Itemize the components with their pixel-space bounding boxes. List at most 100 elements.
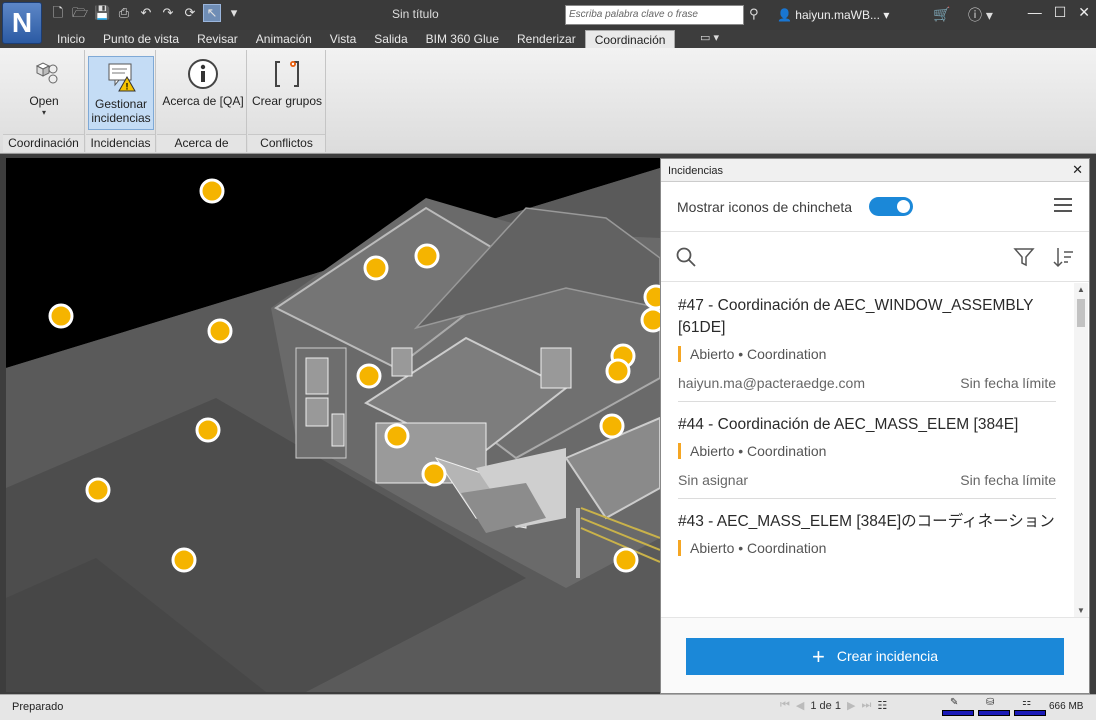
issue-card[interactable]: #43 - AEC_MASS_ELEM [384E]のコーディネーション Abi… (678, 499, 1056, 566)
next-page-icon[interactable]: ▶ (847, 699, 855, 712)
scroll-down-icon[interactable]: ▼ (1077, 606, 1085, 615)
pushpin-marker[interactable] (171, 547, 197, 573)
pushpin-marker[interactable] (207, 318, 233, 344)
tab-renderizar[interactable]: Renderizar (508, 30, 585, 48)
issues-scrollbar[interactable]: ▲ ▼ (1074, 283, 1088, 617)
pushpin-marker[interactable] (605, 358, 631, 384)
select-cursor-icon[interactable]: ↖ (203, 4, 221, 22)
filter-icon[interactable] (1013, 246, 1035, 268)
pushpin-marker[interactable] (195, 417, 221, 443)
redo-icon[interactable]: ↷ (160, 5, 176, 21)
first-page-icon[interactable]: ⏮ (780, 699, 790, 712)
tab-coordinacion[interactable]: Coordinación (584, 30, 676, 48)
pushpin-marker[interactable] (643, 284, 660, 310)
application-menu-button[interactable]: N (2, 2, 42, 44)
plus-icon: + (811, 644, 825, 669)
scroll-up-icon[interactable]: ▲ (1077, 285, 1085, 294)
tab-salida[interactable]: Salida (365, 30, 416, 48)
sort-icon[interactable] (1052, 246, 1074, 268)
refresh-icon[interactable]: ⟳ (182, 5, 198, 21)
pushpin-marker[interactable] (48, 303, 74, 329)
title-bar: 🗋 🗁 💾 ⎙ ↶ ↷ ⟳ ↖ ▾ Sin título Escriba pal… (0, 0, 1096, 30)
issues-panel-title: Incidencias (668, 165, 724, 177)
issue-card[interactable]: #47 - Coordinación de AEC_WINDOW_ASSEMBL… (678, 283, 1056, 402)
save-icon[interactable]: 💾 (94, 5, 110, 21)
tab-bim360-glue[interactable]: BIM 360 Glue (417, 30, 508, 48)
manage-issues-button[interactable]: ! Gestionar incidencias (88, 56, 154, 130)
pushpin-marker[interactable] (199, 178, 225, 204)
scrollbar-thumb[interactable] (1077, 299, 1085, 327)
sheet-list-icon[interactable]: ☷ (877, 699, 887, 712)
group-incidencias: ! Gestionar incidencias Incidencias (86, 50, 156, 152)
close-icon[interactable]: ✕ (1072, 162, 1083, 178)
maximize-icon[interactable]: ☐ (1054, 4, 1067, 21)
open-dropdown-icon: ▾ (41, 108, 46, 117)
issue-assignee: Sin asignar (678, 472, 749, 488)
performance-meters: ✎ ⛁ ⚏ (942, 697, 1046, 716)
qat-dropdown-icon[interactable]: ▾ (226, 5, 242, 21)
prev-page-icon[interactable]: ◀ (796, 699, 804, 712)
group-label-conflictos: Conflictos (248, 134, 325, 152)
pushpin-marker[interactable] (640, 307, 660, 333)
status-bar: Preparado ⏮ ◀ 1 de 1 ▶ ⏭ ☷ ✎ ⛁ ⚏ 666 MB (0, 694, 1096, 720)
issues-toolbar (661, 232, 1089, 282)
last-page-icon[interactable]: ⏭ (861, 699, 871, 712)
issue-title: #44 - Coordinación de AEC_MASS_ELEM [384… (678, 416, 1019, 433)
binoculars-icon[interactable]: ⚲ (749, 6, 759, 22)
create-issue-label: Crear incidencia (836, 648, 939, 664)
tab-inicio[interactable]: Inicio (48, 30, 94, 48)
issue-status: Abierto • Coordination (678, 443, 1056, 459)
issues-panel-header: Incidencias ✕ (661, 159, 1089, 182)
group-label-acerca-de: Acerca de (157, 134, 246, 152)
user-name: haiyun.maWB... (795, 8, 880, 22)
tab-vista[interactable]: Vista (321, 30, 365, 48)
issues-panel: Incidencias ✕ Mostrar iconos de chinchet… (660, 158, 1090, 694)
pushpin-marker[interactable] (85, 477, 111, 503)
minimize-icon[interactable]: — (1028, 4, 1042, 21)
user-account[interactable]: 👤 haiyun.maWB... ▾ (777, 8, 889, 22)
pushpin-toggle-switch[interactable] (869, 197, 913, 216)
page-indicator: 1 de 1 (810, 699, 841, 712)
open-folder-icon[interactable]: 🗁 (72, 5, 88, 21)
pushpin-marker[interactable] (613, 547, 639, 573)
pushpin-marker[interactable] (363, 255, 389, 281)
bracket-group-icon (275, 61, 299, 87)
help-icon[interactable]: ⓘ ▾ (968, 5, 993, 25)
issue-status: Abierto • Coordination (678, 346, 1056, 362)
search-icon[interactable] (675, 246, 697, 268)
create-groups-button[interactable]: Crear grupos (250, 54, 324, 108)
ribbon-options-icon[interactable]: ▭ ▾ (700, 31, 719, 44)
manage-issues-label-2: incidencias (91, 111, 151, 125)
memory-usage: 666 MB (1049, 701, 1084, 712)
tab-revisar[interactable]: Revisar (188, 30, 247, 48)
pushpin-marker[interactable] (599, 413, 625, 439)
close-window-icon[interactable]: ✕ (1078, 4, 1090, 21)
pushpin-marker[interactable] (356, 363, 382, 389)
svg-text:!: ! (126, 82, 129, 92)
pushpin-marker[interactable] (421, 461, 447, 487)
undo-icon[interactable]: ↶ (138, 5, 154, 21)
new-file-icon[interactable]: 🗋 (50, 5, 66, 21)
toggle-knob (897, 200, 910, 213)
print-icon[interactable]: ⎙ (116, 5, 132, 21)
group-conflictos: Crear grupos Conflictos (248, 50, 326, 152)
open-button[interactable]: Open ▾ (13, 54, 75, 117)
hamburger-menu-icon[interactable] (1054, 198, 1072, 212)
pushpin-marker[interactable] (384, 423, 410, 449)
quick-access-toolbar: 🗋 🗁 💾 ⎙ ↶ ↷ ⟳ ↖ ▾ (50, 4, 242, 22)
pushpin-marker[interactable] (414, 243, 440, 269)
navisworks-window: 🗋 🗁 💾 ⎙ ↶ ↷ ⟳ ↖ ▾ Sin título Escriba pal… (0, 0, 1096, 720)
issue-title: #47 - Coordinación de AEC_WINDOW_ASSEMBL… (678, 297, 1034, 336)
create-issue-button[interactable]: + Crear incidencia (686, 638, 1064, 675)
network-meter: ⚏ (1014, 697, 1046, 716)
issue-card[interactable]: #44 - Coordinación de AEC_MASS_ELEM [384… (678, 402, 1056, 499)
keyword-search-input[interactable]: Escriba palabra clave o frase (565, 5, 744, 25)
pushpin-toggle-label: Mostrar iconos de chincheta (677, 199, 853, 215)
tab-punto-de-vista[interactable]: Punto de vista (94, 30, 188, 48)
3d-viewport[interactable] (6, 158, 660, 692)
about-qa-button[interactable]: Acerca de [QA] (161, 54, 245, 108)
issue-assignee: haiyun.ma@pacteraedge.com (678, 375, 865, 391)
tab-animacion[interactable]: Animación (247, 30, 321, 48)
cart-icon[interactable]: 🛒 (933, 6, 950, 23)
status-text: Preparado (12, 701, 64, 713)
